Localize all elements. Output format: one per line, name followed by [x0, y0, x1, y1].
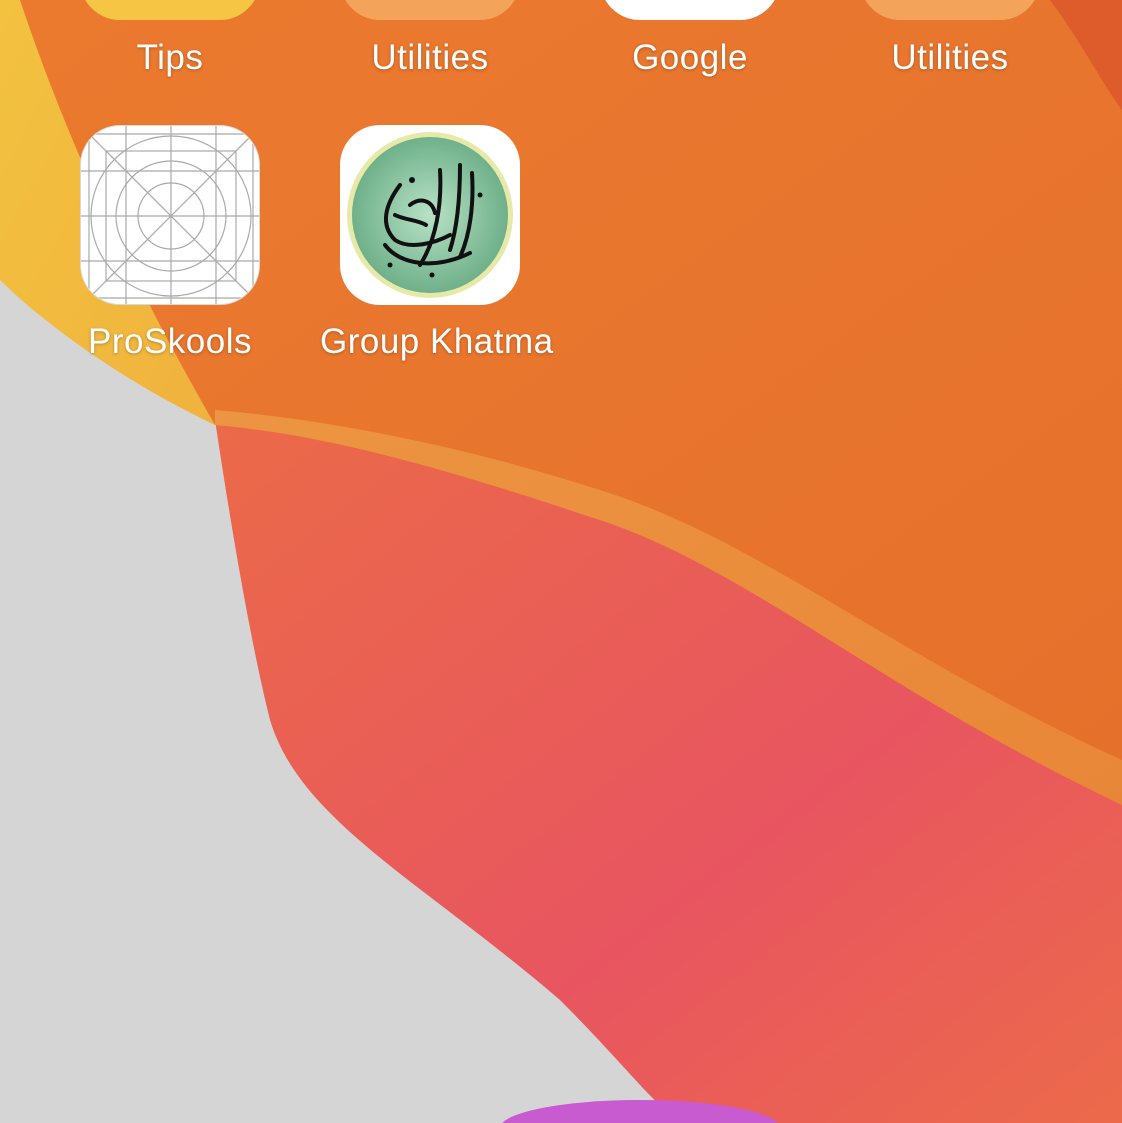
utilities-folder-icon	[860, 0, 1040, 20]
app-label: Group Khatma	[320, 322, 554, 361]
app-label: Google	[632, 38, 748, 77]
utilities-folder-icon	[340, 0, 520, 20]
google-icon	[600, 0, 780, 20]
quran-calligraphy-icon	[340, 125, 520, 305]
app-label: Tips	[136, 38, 204, 77]
app-label: Utilities	[371, 38, 489, 77]
tips-icon	[80, 0, 260, 20]
app-label: ProSkools	[87, 322, 253, 361]
blank-template-grid-icon	[80, 125, 260, 305]
app-label: Utilities	[891, 38, 1009, 77]
